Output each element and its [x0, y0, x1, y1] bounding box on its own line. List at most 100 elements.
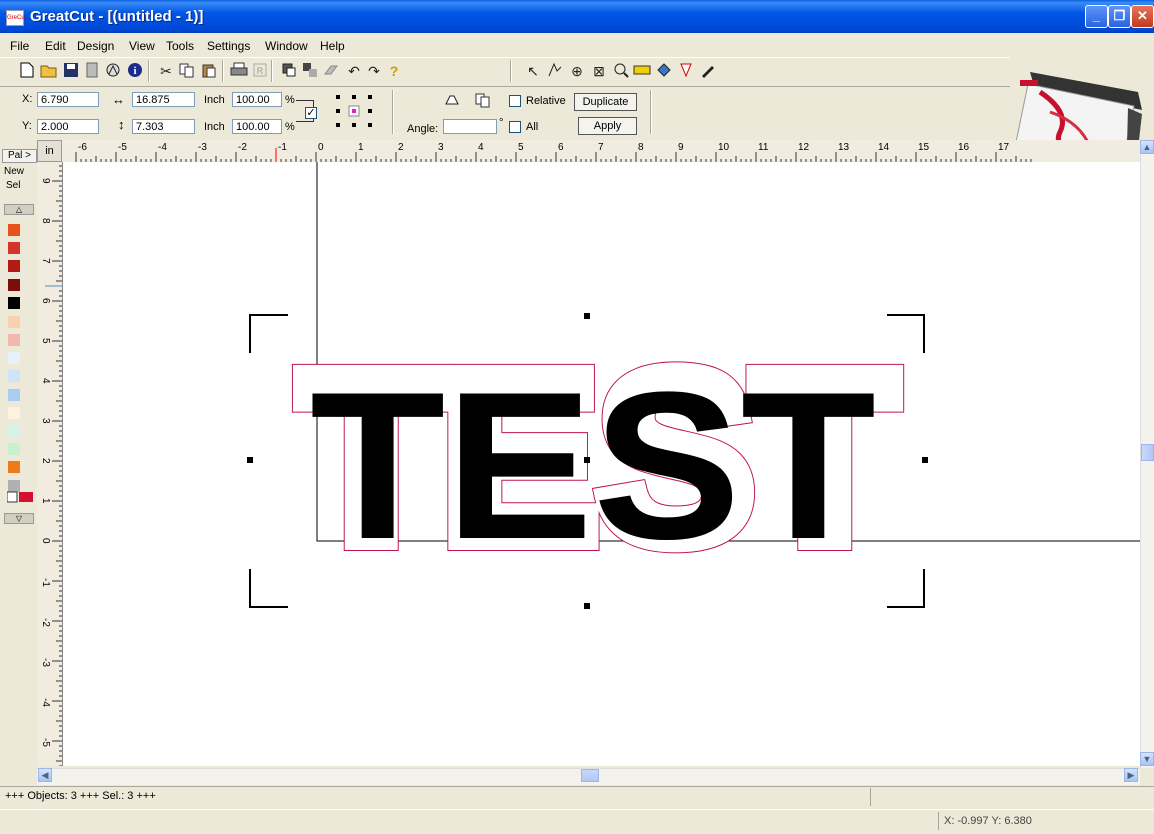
node-edit-icon[interactable] — [546, 62, 564, 80]
palette-swatch[interactable] — [8, 389, 20, 401]
fill-icon[interactable] — [655, 62, 673, 80]
cut-icon[interactable]: ✂ — [157, 62, 175, 80]
ruler-label: 9 — [40, 178, 51, 184]
measure-icon[interactable] — [633, 62, 651, 80]
redo-icon[interactable]: ↷ — [365, 62, 383, 80]
palette-swatch[interactable] — [8, 370, 20, 382]
height-icon: ↕ — [118, 117, 125, 132]
scroll-right-arrow[interactable]: ▶ — [1124, 768, 1138, 782]
box-select-icon[interactable]: ⊠ — [590, 62, 608, 80]
x-position-field[interactable]: 6.790 — [37, 92, 99, 107]
open-folder-icon[interactable] — [40, 62, 58, 80]
menu-edit[interactable]: Edit — [45, 39, 66, 53]
restore-button[interactable]: ❐ — [1108, 5, 1131, 28]
palette-swatch[interactable] — [8, 443, 20, 455]
palette-sel-button[interactable]: Sel — [6, 180, 34, 191]
eraser-icon[interactable] — [322, 62, 340, 80]
drawing-canvas[interactable]: TEST TEST TEST — [63, 162, 1140, 766]
import-icon[interactable] — [104, 62, 122, 80]
selection-center-handle — [584, 457, 590, 463]
save-all-icon[interactable] — [83, 62, 101, 80]
ruler-label: -3 — [40, 658, 51, 667]
menu-window[interactable]: Window — [265, 39, 308, 53]
palette-swatch[interactable] — [8, 334, 20, 346]
angle-field[interactable] — [443, 119, 497, 134]
help-icon[interactable]: ? — [385, 62, 403, 80]
info-icon[interactable]: i — [126, 62, 144, 80]
y-position-field[interactable]: 2.000 — [37, 119, 99, 134]
palette-swatch[interactable] — [8, 224, 20, 236]
proportional-checkbox[interactable]: ✓ — [305, 107, 317, 119]
angle-label: Angle: — [407, 123, 439, 135]
new-file-icon[interactable] — [18, 62, 36, 80]
group-icon[interactable] — [280, 62, 298, 80]
vertical-ruler[interactable]: 9 8 7 6 5 4 3 2 1 0 -1 -2 -3 -4 -5 — [37, 162, 63, 766]
palette-swatch[interactable] — [8, 461, 20, 473]
ruler-label: 8 — [638, 142, 644, 153]
test-text-object: TEST — [310, 348, 876, 583]
height-field[interactable]: 7.303 — [132, 119, 195, 134]
undo-icon[interactable]: ↶ — [345, 62, 363, 80]
palette-button[interactable]: Pal > — [2, 149, 37, 163]
ungroup-icon[interactable] — [301, 62, 319, 80]
minimize-button[interactable]: _ — [1085, 5, 1108, 28]
ruler-label: 10 — [718, 142, 730, 153]
palette-swatch[interactable] — [8, 425, 20, 437]
palette-swatch[interactable] — [8, 242, 20, 254]
ruler-label: 2 — [40, 458, 51, 464]
apply-button[interactable]: Apply — [578, 117, 637, 135]
horizontal-ruler[interactable]: -6 -5 -4 -3 -2 -1 0 1 2 3 4 5 6 7 8 9 10 11 12 13 14 15 16 17 — [62, 140, 1140, 163]
relative-checkbox[interactable] — [509, 95, 521, 107]
print-icon[interactable] — [230, 62, 248, 80]
copy-icon[interactable] — [178, 62, 196, 80]
palette-swatch[interactable] — [8, 260, 20, 272]
palette-scroll-down[interactable]: ▽ — [4, 513, 34, 524]
menu-view[interactable]: View — [129, 39, 155, 53]
width-field[interactable]: 16.875 — [132, 92, 195, 107]
vertical-scroll-thumb[interactable] — [1141, 444, 1154, 461]
zoom-icon[interactable] — [612, 62, 630, 80]
duplicate-icon[interactable] — [474, 92, 492, 110]
knife-icon[interactable] — [677, 62, 695, 80]
scroll-left-arrow[interactable]: ◀ — [38, 768, 52, 782]
ruler-label: -4 — [40, 698, 51, 707]
ruler-label: 1 — [40, 498, 51, 504]
palette-fill-indicator[interactable] — [6, 491, 35, 503]
scale-height-field[interactable]: 100.00 — [232, 119, 282, 134]
duplicate-button[interactable]: Duplicate — [574, 93, 637, 111]
palette-swatch[interactable] — [8, 279, 20, 291]
menu-file[interactable]: File — [10, 39, 29, 53]
app-icon[interactable]: GreCut — [6, 10, 26, 26]
horizontal-scroll-thumb[interactable] — [581, 769, 599, 782]
close-button[interactable]: ✕ — [1131, 5, 1154, 28]
ruler-label: 15 — [918, 142, 930, 153]
menu-help[interactable]: Help — [320, 39, 345, 53]
palette-scroll-up[interactable]: △ — [4, 204, 34, 215]
register-icon[interactable]: R — [251, 62, 269, 80]
ruler-label: 3 — [40, 418, 51, 424]
all-checkbox[interactable] — [509, 121, 521, 133]
crosshair-icon[interactable]: ⊕ — [568, 62, 586, 80]
palette-swatch[interactable] — [8, 407, 20, 419]
select-arrow-icon[interactable]: ↖ — [524, 62, 542, 80]
menu-tools[interactable]: Tools — [166, 39, 194, 53]
mirror-icon[interactable] — [443, 92, 461, 110]
menu-settings[interactable]: Settings — [207, 39, 250, 53]
object-count-text: +++ Objects: 3 +++ Sel.: 3 +++ — [5, 790, 156, 802]
palette-swatch[interactable] — [8, 297, 20, 309]
menu-design[interactable]: Design — [77, 39, 114, 53]
palette-swatch[interactable] — [8, 316, 20, 328]
palette-new-button[interactable]: New — [4, 166, 34, 177]
pen-icon[interactable] — [699, 62, 717, 80]
save-icon[interactable] — [62, 62, 80, 80]
svg-text:i: i — [133, 65, 136, 77]
paste-icon[interactable] — [200, 62, 218, 80]
scroll-up-arrow[interactable]: ▲ — [1140, 140, 1154, 154]
reference-point-grid[interactable] — [333, 93, 377, 131]
scale-width-field[interactable]: 100.00 — [232, 92, 282, 107]
ruler-label: 7 — [598, 142, 604, 153]
ruler-unit-button[interactable]: in — [37, 140, 62, 162]
ruler-label: 7 — [40, 258, 51, 264]
palette-swatch[interactable] — [8, 352, 20, 364]
scroll-down-arrow[interactable]: ▼ — [1140, 752, 1154, 766]
